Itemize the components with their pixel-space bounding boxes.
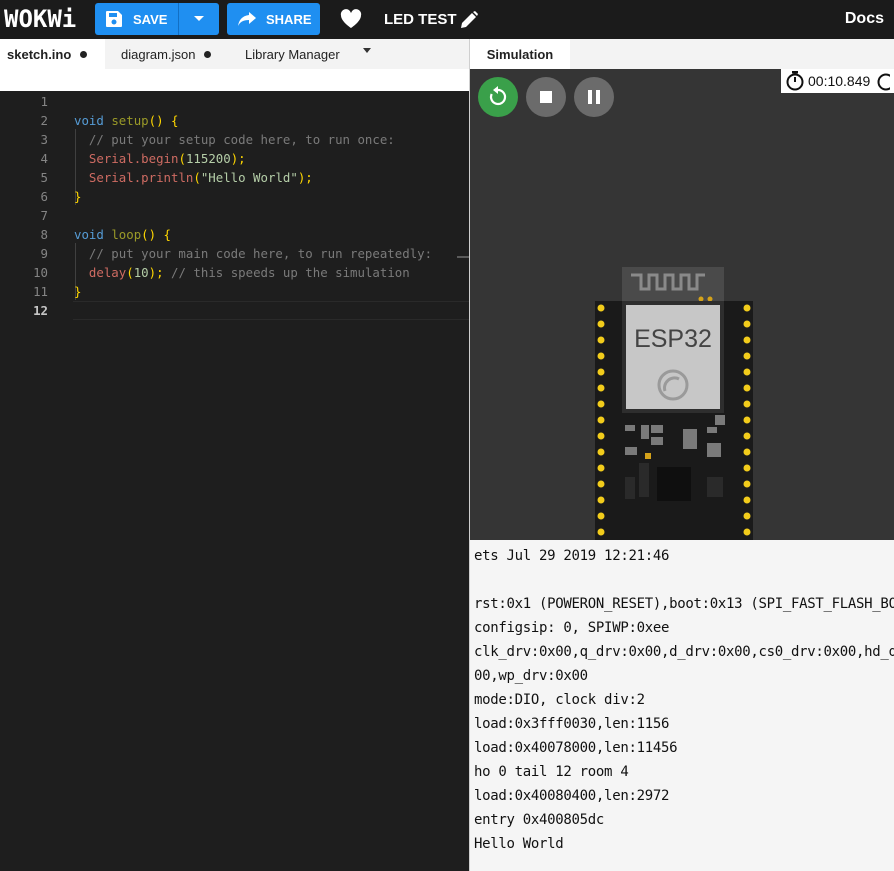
chevron-down-icon [194,16,204,21]
timer-value: 00:10.849 [808,73,871,89]
project-title[interactable]: LED TEST [384,11,457,28]
tab-simulation[interactable]: Simulation [470,39,570,69]
code-line-10: delay(10); // this speeds up the simulat… [88,265,410,280]
pause-icon [588,90,600,104]
stop-simulation-button[interactable] [526,77,566,117]
serial-line: mode:DIO, clock div:2 [474,692,645,708]
save-label: SAVE [133,11,168,27]
code-editor[interactable]: 1 2 3 4 5 6 7 8 9 10 11 12 void setup() … [0,91,469,871]
restart-icon [489,86,507,106]
editor-tab-bar: sketch.ino diagram.json Library Manager [0,39,469,69]
serial-line: clk_drv:0x00,q_drv:0x00,d_drv:0x00,cs0_d… [474,644,894,660]
esp32-board-graphic: ESP32 [595,267,753,540]
edit-title-icon[interactable] [459,10,479,30]
code-line-4: Serial.begin(115200); [88,151,246,166]
stopwatch-icon [786,71,804,91]
line-number: 3 [40,132,48,147]
restart-simulation-button[interactable] [478,77,518,117]
tab-library-manager[interactable]: Library Manager [245,39,355,69]
tab-sketch-ino[interactable]: sketch.ino [0,39,105,69]
share-button[interactable]: SHARE [227,3,320,35]
speed-icon [877,73,891,91]
unsaved-dot-icon [204,50,212,58]
save-button[interactable]: SAVE [95,3,179,35]
top-bar: WOKWi SAVE SHARE LED TEST Docs [0,0,894,39]
line-number: 11 [33,284,48,299]
esp32-chip-label: ESP32 [634,325,712,353]
save-options-dropdown[interactable] [179,3,219,35]
tab-label: Library Manager [245,46,340,62]
current-line-highlight [73,301,469,320]
heart-icon[interactable] [340,9,362,29]
simulation-timer: 00:10.849 [781,69,894,93]
line-number: 10 [33,265,48,280]
serial-line: ets Jul 29 2019 12:21:46 [474,548,670,564]
serial-line: 00,wp_drv:0x00 [474,668,588,684]
code-line-9: // put your main code here, to run repea… [74,246,433,261]
code-line-6: } [74,189,82,204]
tab-label: diagram.json [121,46,196,62]
line-number: 1 [40,94,48,109]
serial-line: configsip: 0, SPIWP:0xee [474,620,670,636]
line-number: 6 [40,189,48,204]
code-line-11: } [74,284,82,299]
code-line-8: void loop() { [74,227,172,242]
docs-link[interactable]: Docs [845,10,884,28]
serial-line: Hello World [474,836,564,852]
pause-simulation-button[interactable] [574,77,614,117]
line-number: 5 [40,170,48,185]
code-line-2: void setup() { [74,113,179,128]
wokwi-logo[interactable]: WOKWi [4,5,76,33]
tab-diagram-json[interactable]: diagram.json [121,39,221,69]
simulation-tab-bar: Simulation [470,39,894,69]
tab-label: sketch.ino [7,46,72,62]
code-line-5: Serial.println("Hello World"); [88,170,313,185]
stop-icon [540,91,552,103]
line-number: 8 [40,227,48,242]
simulation-canvas[interactable]: 00:10.849 ESP32 [470,69,894,540]
line-number: 7 [40,208,48,223]
serial-line: rst:0x1 (POWERON_RESET),boot:0x13 (SPI_F… [474,596,894,612]
serial-line: ho 0 tail 12 room 4 [474,764,629,780]
serial-line: entry 0x400805dc [474,812,605,828]
scrollbar-marker [457,256,469,258]
line-number: 4 [40,151,48,166]
serial-line: load:0x40078000,len:11456 [474,740,678,756]
tabs-menu-chevron-icon[interactable] [363,48,371,53]
code-line-3: // put your setup code here, to run once… [74,132,395,147]
share-label: SHARE [266,11,312,27]
serial-monitor[interactable]: ets Jul 29 2019 12:21:46 rst:0x1 (POWERO… [470,540,894,871]
line-number: 2 [40,113,48,128]
save-icon [106,11,122,27]
serial-line: load:0x40080400,len:2972 [474,788,670,804]
editor-toolbar [0,69,469,91]
save-button-group: SAVE [95,3,219,35]
esp32-board[interactable]: ESP32 [595,267,757,545]
unsaved-dot-icon [80,50,88,58]
share-icon [238,12,256,26]
line-number-current: 12 [33,303,48,318]
line-number: 9 [40,246,48,261]
serial-line: load:0x3fff0030,len:1156 [474,716,670,732]
